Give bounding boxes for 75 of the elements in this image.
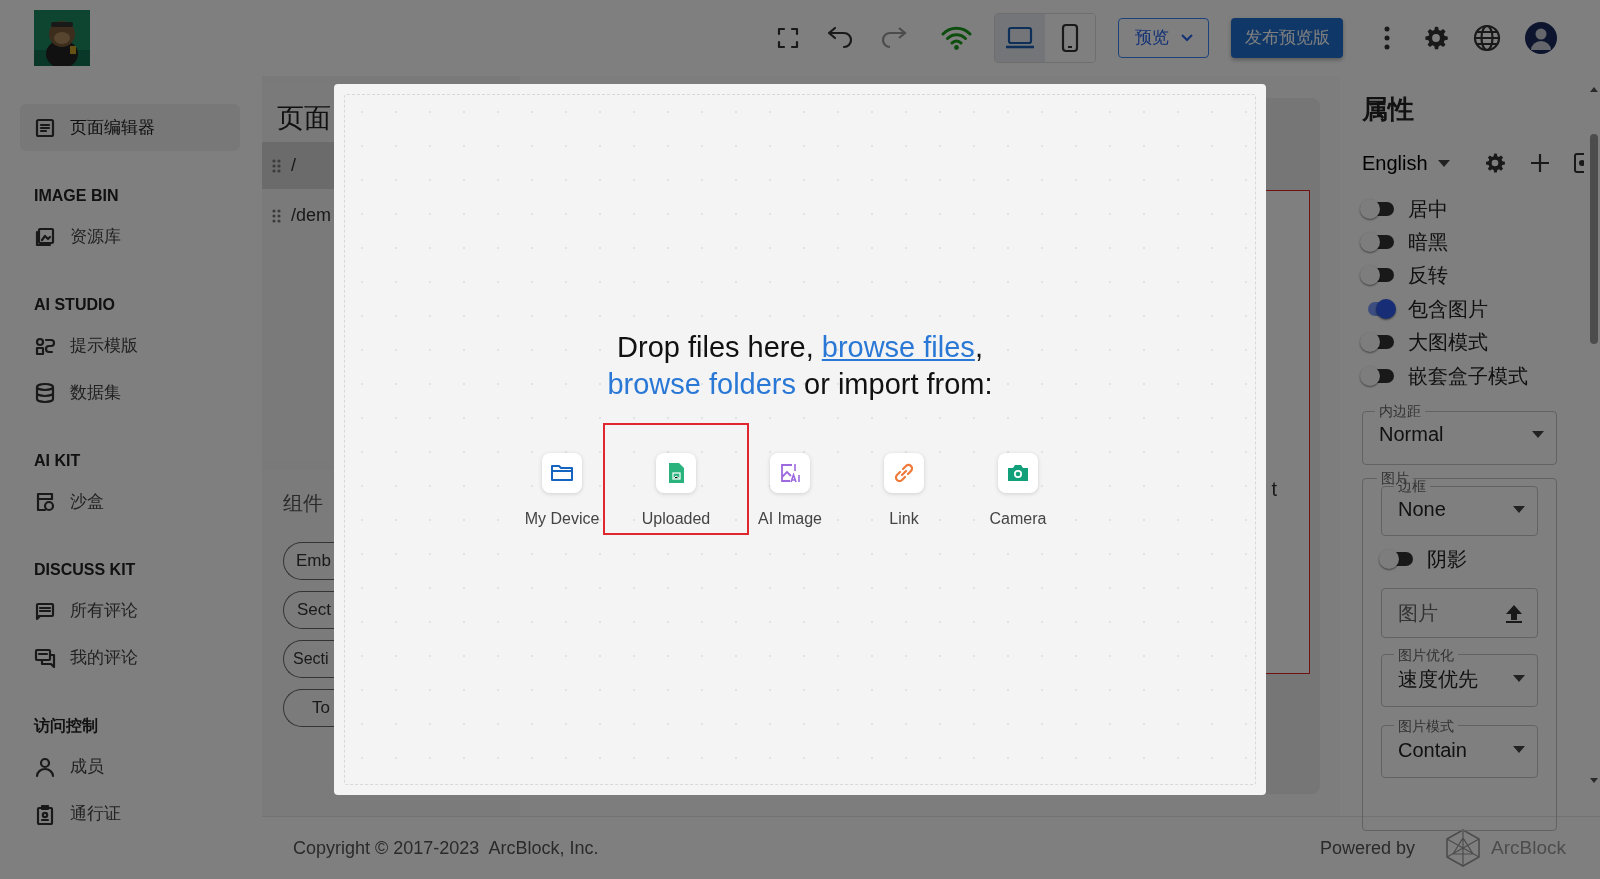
copyright-text: Copyright © 2017-2023 ArcBlock, Inc.: [293, 836, 599, 860]
settings-icon[interactable]: [1483, 152, 1506, 174]
image-mode-select[interactable]: 图片模式 Contain: [1381, 718, 1538, 778]
sidebar-item[interactable]: 提示模版: [20, 322, 240, 369]
sidebar-item[interactable]: 资源库: [20, 213, 240, 260]
image-optimization-select[interactable]: 图片优化 速度优先: [1381, 647, 1538, 707]
canvas-text: t: [1271, 477, 1277, 502]
toggle-switch[interactable]: [1362, 232, 1396, 253]
caret-down-icon: [1513, 505, 1525, 513]
sidebar-item[interactable]: 通行证: [20, 790, 240, 837]
drop-prompt: Drop files here, browse files, browse folders or import from:: [606, 329, 994, 402]
field-label: 图片优化: [1397, 647, 1455, 662]
image-upload-field[interactable]: 图片: [1381, 587, 1538, 638]
drop-zone[interactable]: Drop files here, browse files, browse folders or import from: My Device Uploaded AI Image Link Camera: [344, 94, 1256, 785]
toggle-switch[interactable]: [1362, 365, 1396, 386]
toggle-switch[interactable]: [1381, 549, 1415, 570]
sidebar-item[interactable]: 页面编辑器: [20, 104, 240, 151]
more-icon[interactable]: [1384, 26, 1390, 50]
import-source-button[interactable]: Uploaded: [603, 422, 749, 535]
plus-icon[interactable]: [1529, 153, 1550, 173]
sidebar-item[interactable]: 沙盒: [20, 478, 240, 525]
drag-handle-icon[interactable]: [272, 158, 281, 173]
panel-title: 属性: [1362, 93, 1415, 126]
wifi-icon: [941, 25, 972, 51]
caret-down-icon: [1513, 675, 1525, 683]
badge-icon: [34, 802, 56, 825]
language-dropdown[interactable]: English: [1362, 148, 1450, 178]
comments-icon: [34, 646, 56, 669]
section-heading: AI KIT: [33, 451, 82, 471]
section-heading: IMAGE BIN: [33, 186, 120, 206]
field-label: 内边距: [1378, 404, 1422, 419]
settings-icon[interactable]: [1423, 25, 1449, 51]
image-icon: [34, 225, 56, 248]
browse-files-link[interactable]: browse files: [821, 330, 975, 363]
toggle-label: 居中: [1408, 196, 1448, 222]
preview-dropdown[interactable]: 预览: [1118, 18, 1209, 58]
undo-icon[interactable]: [826, 26, 854, 50]
panel-title: 页面: [276, 102, 332, 135]
browse-folders-link[interactable]: browse folders: [607, 367, 796, 400]
toggle-label: 反转: [1408, 263, 1448, 289]
database-icon: [34, 381, 56, 404]
sidebar-item[interactable]: 成员: [20, 743, 240, 790]
device-mode-toggle[interactable]: [995, 14, 1045, 62]
toggle-switch[interactable]: [1362, 198, 1396, 219]
avatar-icon[interactable]: [1525, 22, 1557, 54]
toggle-label: 阴影: [1427, 547, 1467, 573]
caret-down-icon: [1532, 430, 1544, 438]
toggle-label: 大图模式: [1408, 330, 1488, 356]
sandbox-icon: [34, 490, 56, 513]
chevron-down-icon: [1180, 34, 1193, 42]
toggle-label: 暗黑: [1408, 230, 1448, 256]
caret-down-icon: [1513, 746, 1525, 754]
sidebar-item[interactable]: 所有评论: [20, 587, 240, 634]
caret-down-icon: [1437, 159, 1450, 167]
toggle-label: 嵌套盒子模式: [1408, 363, 1528, 389]
toggle-switch[interactable]: [1362, 332, 1396, 353]
clipped-icon[interactable]: [1573, 152, 1584, 174]
toggle-switch[interactable]: [1362, 265, 1396, 286]
panel-title: 组件: [283, 491, 324, 516]
padding-select[interactable]: 内边距 Normal: [1362, 404, 1557, 466]
hexagon-logo-icon: [1445, 828, 1482, 868]
sidebar-item[interactable]: 数据集: [20, 369, 240, 416]
section-heading: DISCUSS KIT: [33, 560, 137, 580]
fullscreen-icon[interactable]: [776, 26, 800, 50]
sidebar-item[interactable]: 我的评论: [20, 634, 240, 681]
document-icon: [34, 116, 56, 139]
publish-button[interactable]: 发布预览版: [1231, 18, 1343, 58]
section-heading: AI STUDIO: [33, 295, 116, 315]
powered-by-text: Powered by: [1319, 836, 1416, 860]
section-heading: 访问控制: [32, 716, 99, 736]
globe-icon[interactable]: [1473, 24, 1501, 52]
field-label: 图片模式: [1397, 718, 1455, 733]
toggle-label: 包含图片: [1408, 296, 1488, 322]
drag-handle-icon[interactable]: [272, 208, 281, 223]
user-icon: [34, 755, 56, 778]
